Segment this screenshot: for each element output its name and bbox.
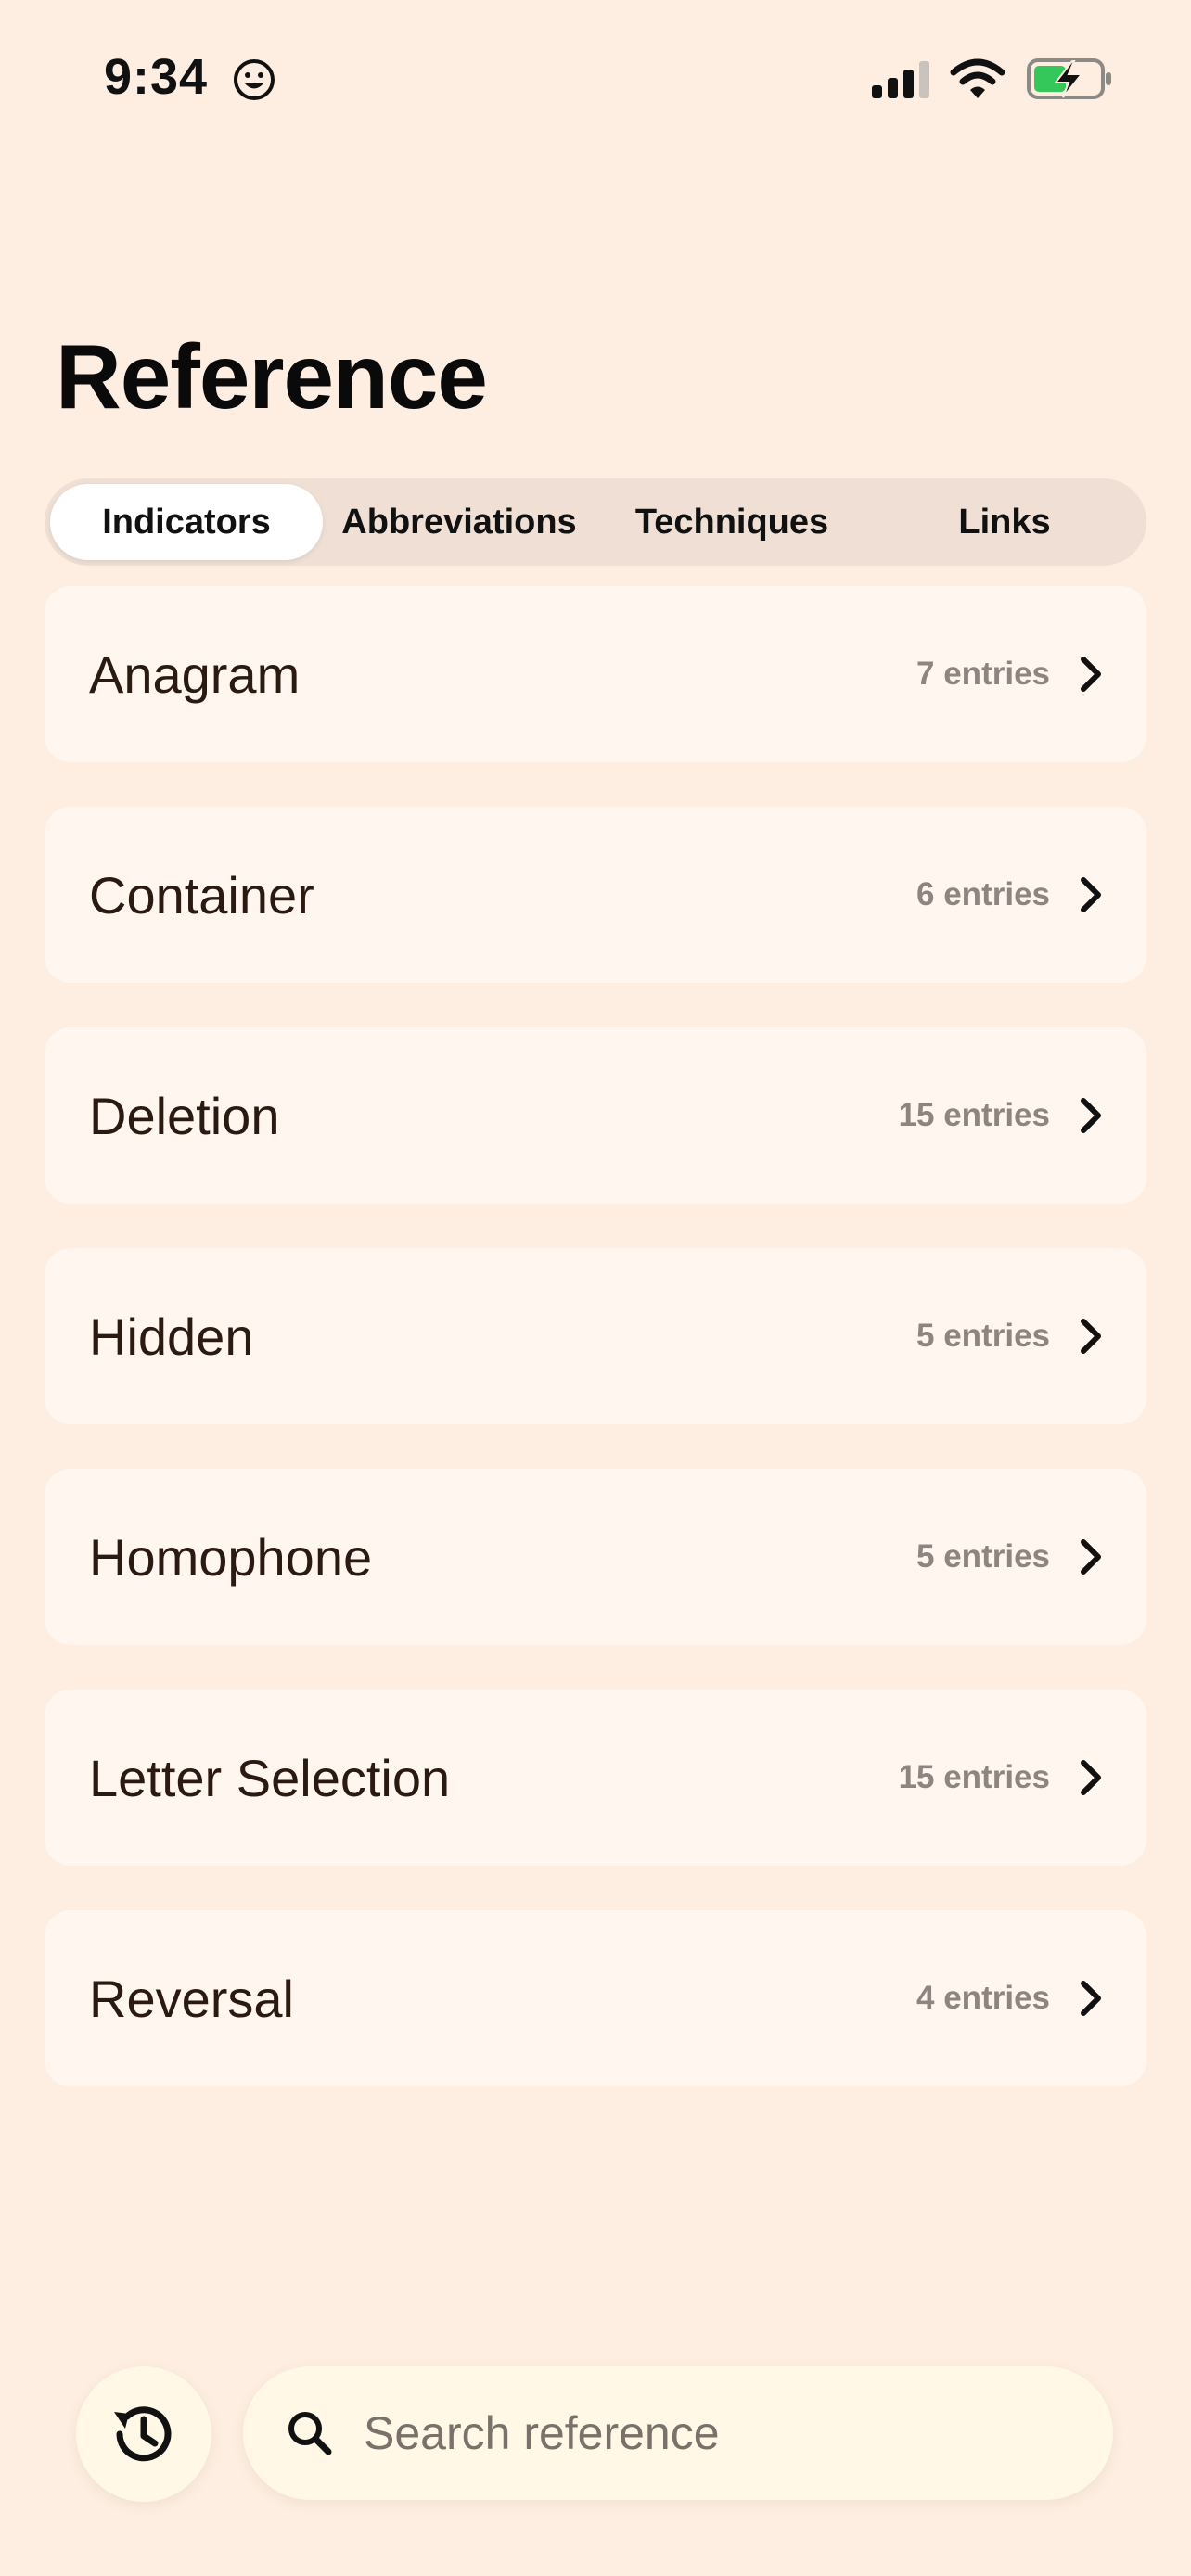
battery-charging-icon: [1027, 58, 1111, 99]
item-count: 4 entries: [916, 1980, 1050, 2016]
tab-techniques[interactable]: Techniques: [596, 484, 868, 560]
status-bar: 9:34: [0, 0, 1191, 158]
reference-tabs: Indicators Abbreviations Techniques Link…: [45, 478, 1146, 566]
status-time: 9:34: [104, 49, 209, 105]
wifi-icon: [950, 58, 1005, 98]
item-count: 7 entries: [916, 656, 1050, 692]
list-item-reversal[interactable]: Reversal 4 entries: [45, 1910, 1146, 2086]
item-label: Homophone: [89, 1527, 373, 1587]
item-label: Deletion: [89, 1086, 280, 1145]
cellular-signal-icon: [872, 61, 929, 98]
item-label: Reversal: [89, 1969, 294, 2028]
search-icon: [288, 2412, 332, 2455]
list-item-hidden[interactable]: Hidden 5 entries: [45, 1248, 1146, 1424]
tab-links[interactable]: Links: [868, 484, 1141, 560]
list-item-letter-selection[interactable]: Letter Selection 15 entries: [45, 1690, 1146, 1866]
item-count: 5 entries: [916, 1318, 1050, 1354]
smiley-face-icon: [234, 59, 275, 100]
item-count: 5 entries: [916, 1538, 1050, 1575]
search-bar[interactable]: [243, 2366, 1113, 2500]
chevron-right-icon: [1081, 877, 1101, 912]
indicator-list: Anagram 7 entries Container 6 entries De…: [45, 586, 1146, 2131]
history-icon: [114, 2406, 172, 2462]
chevron-right-icon: [1081, 1760, 1101, 1795]
list-item-deletion[interactable]: Deletion 15 entries: [45, 1027, 1146, 1204]
search-input[interactable]: [364, 2406, 1113, 2460]
chevron-right-icon: [1081, 1981, 1101, 2016]
list-item-homophone[interactable]: Homophone 5 entries: [45, 1469, 1146, 1645]
history-button[interactable]: [76, 2366, 211, 2502]
reference-screen: 9:34 Reference Indicators Abbreviations …: [0, 0, 1191, 2576]
tab-indicators[interactable]: Indicators: [50, 484, 323, 560]
tab-abbreviations[interactable]: Abbreviations: [323, 484, 596, 560]
item-count: 6 entries: [916, 876, 1050, 912]
chevron-right-icon: [1081, 1539, 1101, 1575]
item-label: Container: [89, 865, 314, 925]
chevron-right-icon: [1081, 657, 1101, 692]
chevron-right-icon: [1081, 1098, 1101, 1133]
list-item-container[interactable]: Container 6 entries: [45, 807, 1146, 983]
item-count: 15 entries: [898, 1097, 1050, 1133]
page-title: Reference: [56, 325, 488, 427]
chevron-right-icon: [1081, 1319, 1101, 1354]
item-label: Letter Selection: [89, 1748, 451, 1807]
item-count: 15 entries: [898, 1759, 1050, 1795]
list-item-anagram[interactable]: Anagram 7 entries: [45, 586, 1146, 762]
item-label: Hidden: [89, 1307, 254, 1366]
item-label: Anagram: [89, 644, 301, 704]
